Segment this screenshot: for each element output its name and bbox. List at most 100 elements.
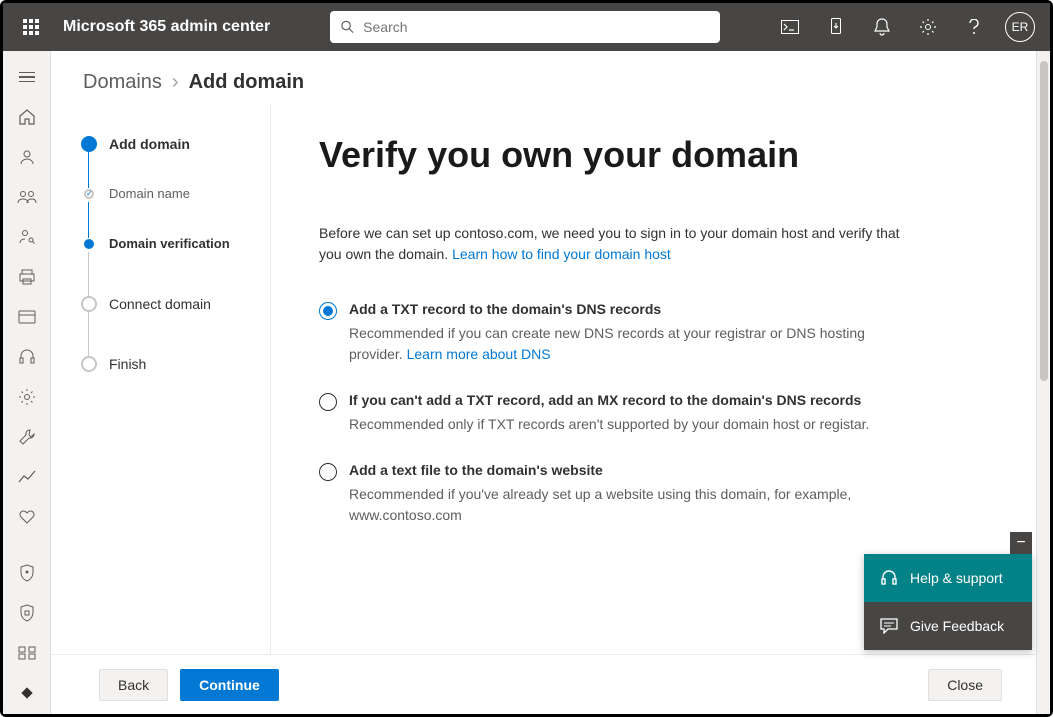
gear-icon [18,388,36,406]
search-input[interactable] [363,19,710,35]
headset-icon [880,569,898,587]
notifications-icon[interactable] [860,5,904,49]
help-icon[interactable] [952,5,996,49]
step-domain-verification: Domain verification [81,236,254,296]
step-indicator-check [84,189,94,199]
top-bar: Microsoft 365 admin center ER [3,3,1050,51]
step-indicator-pending [81,356,97,372]
nav-setup[interactable] [7,419,47,455]
option-title: Add a TXT record to the domain's DNS rec… [349,301,919,317]
step-label: Connect domain [109,296,211,312]
avatar-initials: ER [1005,12,1035,42]
grid-icon [18,646,36,660]
step-label: Finish [109,356,146,372]
help-feedback-panel: − Help & support Give Feedback [864,554,1032,650]
nav-compliance[interactable] [7,595,47,631]
nav-billing[interactable] [7,299,47,335]
option-mx-record[interactable]: If you can't add a TXT record, add an MX… [319,392,919,434]
chevron-right-icon: › [172,71,179,94]
shell-terminal-icon[interactable] [768,5,812,49]
search-container [330,11,720,43]
nav-roles[interactable] [7,219,47,255]
nav-users[interactable] [7,139,47,175]
option-desc: Recommended only if TXT records aren't s… [349,414,919,434]
settings-icon[interactable] [906,5,950,49]
nav-toggle-button[interactable] [7,59,47,95]
person-key-icon [18,228,36,246]
step-indicator-pending [81,296,97,312]
option-title: Add a text file to the domain's website [349,462,919,478]
nav-home[interactable] [7,99,47,135]
step-connect-domain: Connect domain [81,296,254,356]
card-icon [18,310,36,324]
hamburger-icon [19,72,35,83]
app-launcher-button[interactable] [11,7,51,47]
radio-button[interactable] [319,463,337,481]
chart-icon [18,470,36,484]
option-txt-record[interactable]: Add a TXT record to the domain's DNS rec… [319,301,919,364]
account-avatar[interactable]: ER [998,5,1042,49]
intro-text: Before we can set up contoso.com, we nee… [319,223,919,265]
wrench-icon [18,428,36,446]
learn-dns-link[interactable]: Learn more about DNS [407,346,551,362]
help-support-button[interactable]: Help & support [864,554,1032,602]
shield-icon [19,564,35,582]
radio-button[interactable] [319,393,337,411]
continue-button[interactable]: Continue [180,669,279,701]
search-icon [340,19,355,35]
step-label: Domain name [109,186,190,201]
learn-domain-host-link[interactable]: Learn how to find your domain host [452,246,671,262]
nav-customize[interactable] [7,675,47,711]
step-indicator-current [84,239,94,249]
search-box[interactable] [330,11,720,43]
printer-icon [18,269,36,285]
content-area: Domains › Add domain Add domain Domain n… [51,51,1050,714]
give-feedback-label: Give Feedback [910,618,1004,634]
person-icon [18,148,36,166]
wizard-footer: Back Continue Close [51,654,1050,714]
shield-lock-icon [19,604,35,622]
nav-support[interactable] [7,339,47,375]
nav-settings[interactable] [7,379,47,415]
nav-security[interactable] [7,555,47,591]
back-button[interactable]: Back [99,669,168,701]
headset-icon [18,348,36,366]
header-actions: ER [768,5,1042,49]
nav-resources[interactable] [7,259,47,295]
close-button[interactable]: Close [928,669,1002,701]
nav-admin-centers[interactable] [7,635,47,671]
heart-icon [18,509,36,525]
chat-icon [880,618,898,634]
step-add-domain: Add domain [81,136,254,186]
scrollbar[interactable] [1036,51,1050,714]
breadcrumb: Domains › Add domain [51,51,1050,104]
nav-health[interactable] [7,499,47,535]
step-indicator-done [81,136,97,152]
diamond-icon [19,685,35,701]
breadcrumb-current: Add domain [189,71,305,94]
home-icon [18,108,36,126]
step-domain-name: Domain name [81,186,254,236]
breadcrumb-domains[interactable]: Domains [83,71,162,94]
give-feedback-button[interactable]: Give Feedback [864,602,1032,650]
step-label: Add domain [109,136,190,152]
option-desc: Recommended if you've already set up a w… [349,484,919,525]
help-support-label: Help & support [910,570,1003,586]
page-heading: Verify you own your domain [319,134,1002,175]
panel-collapse-button[interactable]: − [1010,532,1032,554]
waffle-icon [23,19,39,35]
app-title: Microsoft 365 admin center [63,18,270,36]
nav-reports[interactable] [7,459,47,495]
option-desc: Recommended if you can create new DNS re… [349,323,919,364]
nav-groups[interactable] [7,179,47,215]
option-title: If you can't add a TXT record, add an MX… [349,392,919,408]
scrollbar-thumb[interactable] [1040,61,1048,381]
radio-button[interactable] [319,302,337,320]
mobile-install-icon[interactable] [814,5,858,49]
wizard-stepper: Add domain Domain name Domain verificati… [51,104,271,654]
option-text-file[interactable]: Add a text file to the domain's website … [319,462,919,525]
people-icon [17,189,37,205]
step-finish: Finish [81,356,254,372]
step-label: Domain verification [109,236,230,251]
left-nav-rail [3,51,51,714]
